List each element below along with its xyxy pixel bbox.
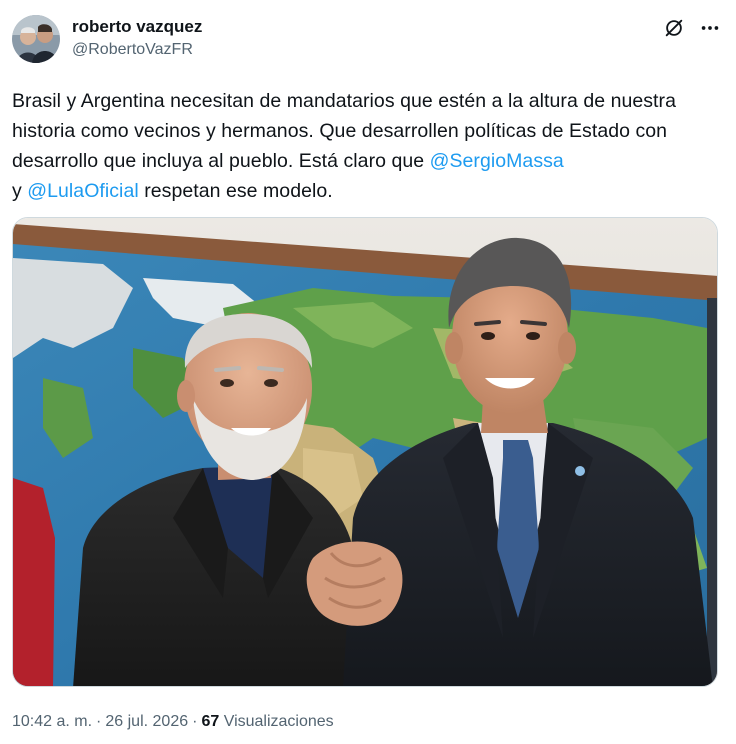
tweet-meta: 10:42 a. m. · 26 jul. 2026 · 67 Visualizacio… <box>12 711 334 733</box>
meta-separator: · <box>96 713 102 730</box>
mention-sergiomassa[interactable]: @SergioMassa <box>430 150 564 172</box>
more-icon <box>701 26 719 30</box>
tweet-text-part: respetan ese modelo. <box>138 180 333 202</box>
avatar[interactable] <box>12 15 60 63</box>
tweet-time[interactable]: 10:42 a. m. <box>12 713 92 730</box>
user-handle[interactable]: @RobertoVazFR <box>72 39 202 61</box>
avatar-photo-icon <box>12 15 60 63</box>
photo-illustration <box>13 218 717 686</box>
user-block: roberto vazquez @RobertoVazFR <box>72 16 202 61</box>
grok-button[interactable] <box>662 16 686 40</box>
tweet-photo[interactable] <box>12 217 718 687</box>
tweet: roberto vazquez @RobertoVazFR Brasil y A… <box>0 0 736 744</box>
tweet-date[interactable]: 26 jul. 2026 <box>105 713 188 730</box>
views-count: 67 <box>201 713 220 730</box>
grok-icon <box>665 19 683 37</box>
header-actions <box>662 16 722 40</box>
meta-separator: · <box>192 713 198 730</box>
display-name[interactable]: roberto vazquez <box>72 16 202 38</box>
views-label: Visualizaciones <box>223 713 334 730</box>
tweet-text-part: y <box>12 180 28 202</box>
more-button[interactable] <box>698 16 722 40</box>
tweet-text: Brasil y Argentina necesitan de mandatar… <box>12 86 724 206</box>
tweet-text-part: Brasil y Argentina necesitan de mandatar… <box>12 90 676 172</box>
mention-lulaoficial[interactable]: @LulaOficial <box>27 180 138 202</box>
